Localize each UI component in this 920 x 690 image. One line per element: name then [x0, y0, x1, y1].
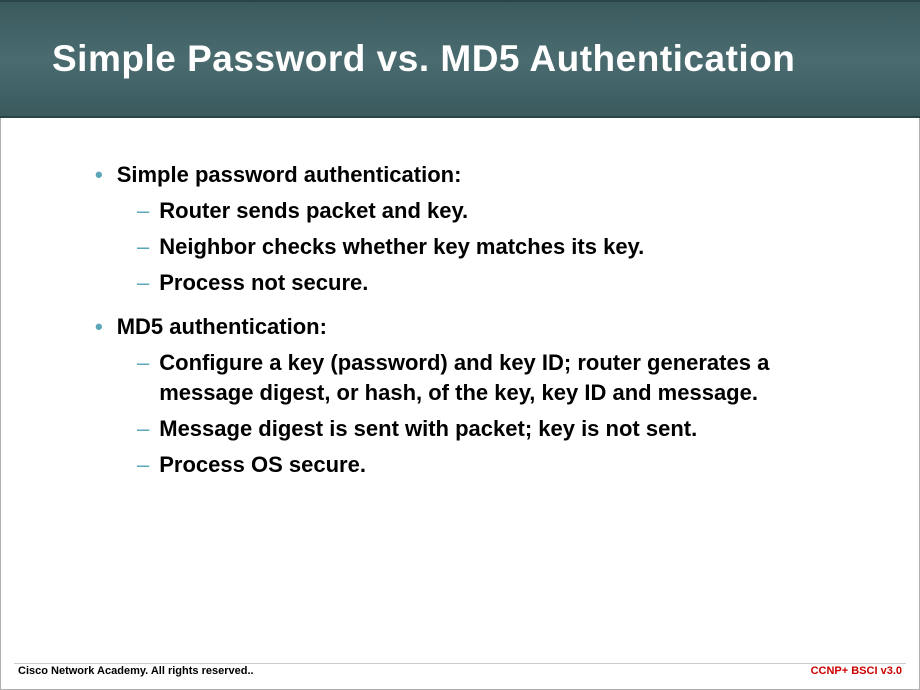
section-heading: MD5 authentication:	[117, 312, 327, 342]
sub-bullet: – Router sends packet and key.	[137, 196, 860, 226]
sub-bullet: – Neighbor checks whether key matches it…	[137, 232, 860, 262]
dash-icon: –	[137, 450, 149, 480]
sub-text: Configure a key (password) and key ID; r…	[159, 348, 860, 408]
slide: Simple Password vs. MD5 Authentication •…	[0, 0, 920, 690]
sub-bullet: – Process not secure.	[137, 268, 860, 298]
section-gap	[95, 304, 860, 312]
bullet-section-2: • MD5 authentication:	[95, 312, 860, 342]
dash-icon: –	[137, 196, 149, 226]
sub-text: Router sends packet and key.	[159, 196, 468, 226]
bullet-icon: •	[95, 312, 103, 342]
sub-text: Process OS secure.	[159, 450, 366, 480]
dash-icon: –	[137, 232, 149, 262]
section-heading: Simple password authentication:	[117, 160, 462, 190]
content-area: • Simple password authentication: – Rout…	[0, 118, 920, 480]
sub-text: Message digest is sent with packet; key …	[159, 414, 697, 444]
sub-bullet: – Process OS secure.	[137, 450, 860, 480]
sub-text: Neighbor checks whether key matches its …	[159, 232, 644, 262]
bullet-icon: •	[95, 160, 103, 190]
dash-icon: –	[137, 414, 149, 444]
sub-bullet: – Message digest is sent with packet; ke…	[137, 414, 860, 444]
dash-icon: –	[137, 348, 149, 378]
dash-icon: –	[137, 268, 149, 298]
sub-text: Process not secure.	[159, 268, 368, 298]
bullet-section-1: • Simple password authentication:	[95, 160, 860, 190]
slide-title: Simple Password vs. MD5 Authentication	[52, 38, 795, 80]
sub-bullet: – Configure a key (password) and key ID;…	[137, 348, 860, 408]
footer-version: CCNP+ BSCI v3.0	[811, 665, 902, 677]
title-bar: Simple Password vs. MD5 Authentication	[0, 0, 920, 118]
footer-copyright: Cisco Network Academy. All rights reserv…	[18, 665, 254, 677]
footer: Cisco Network Academy. All rights reserv…	[0, 660, 920, 690]
